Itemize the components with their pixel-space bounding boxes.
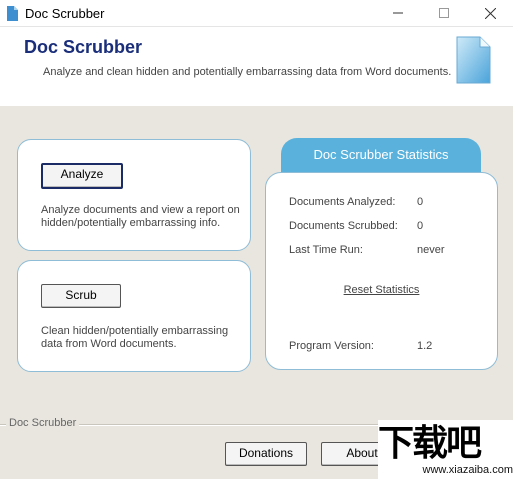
group-label: Doc Scrubber: [6, 417, 80, 429]
reset-statistics-link[interactable]: Reset Statistics: [266, 284, 497, 296]
scrub-description: Clean hidden/potentially embarrassing da…: [41, 325, 229, 350]
close-icon: [484, 7, 496, 19]
minimize-icon: [393, 12, 403, 14]
watermark-logo: 下载吧: [378, 422, 482, 463]
window-title: Doc Scrubber: [25, 6, 105, 21]
statistics-panel: Documents Analyzed: 0 Documents Scrubbed…: [265, 172, 498, 370]
analyze-description: Analyze documents and view a report on h…: [41, 204, 240, 229]
analyze-panel: Analyze Analyze documents and view a rep…: [17, 139, 251, 251]
close-button[interactable]: [467, 0, 513, 26]
donations-button[interactable]: Donations: [225, 442, 307, 466]
watermark: 下载吧 www.xiazaiba.com: [378, 420, 513, 479]
analyze-button[interactable]: Analyze: [41, 163, 123, 189]
scrub-panel: Scrub Clean hidden/potentially embarrass…: [17, 260, 251, 372]
minimize-button[interactable]: [375, 0, 421, 26]
documents-analyzed-value: 0: [417, 196, 424, 208]
documents-scrubbed-value: 0: [417, 220, 424, 232]
documents-analyzed-label: Documents Analyzed:: [289, 196, 396, 208]
last-time-run-value: never: [417, 244, 445, 256]
page-title: Doc Scrubber: [24, 37, 143, 57]
watermark-url: www.xiazaiba.com: [422, 464, 513, 476]
app-header: Doc Scrubber Analyze and clean hidden an…: [0, 26, 513, 107]
last-time-run-label: Last Time Run:: [289, 244, 363, 256]
statistics-header: Doc Scrubber Statistics: [281, 138, 481, 172]
title-bar: Doc Scrubber: [0, 0, 513, 26]
document-icon: [456, 36, 491, 84]
program-version-value: 1.2: [417, 340, 433, 352]
maximize-button[interactable]: [421, 0, 467, 26]
program-version-label: Program Version:: [289, 340, 374, 352]
scrub-button[interactable]: Scrub: [41, 284, 121, 308]
document-icon: [7, 6, 18, 21]
documents-scrubbed-label: Documents Scrubbed:: [289, 220, 398, 232]
page-subtitle: Analyze and clean hidden and potentially…: [43, 66, 452, 78]
maximize-icon: [439, 8, 449, 18]
